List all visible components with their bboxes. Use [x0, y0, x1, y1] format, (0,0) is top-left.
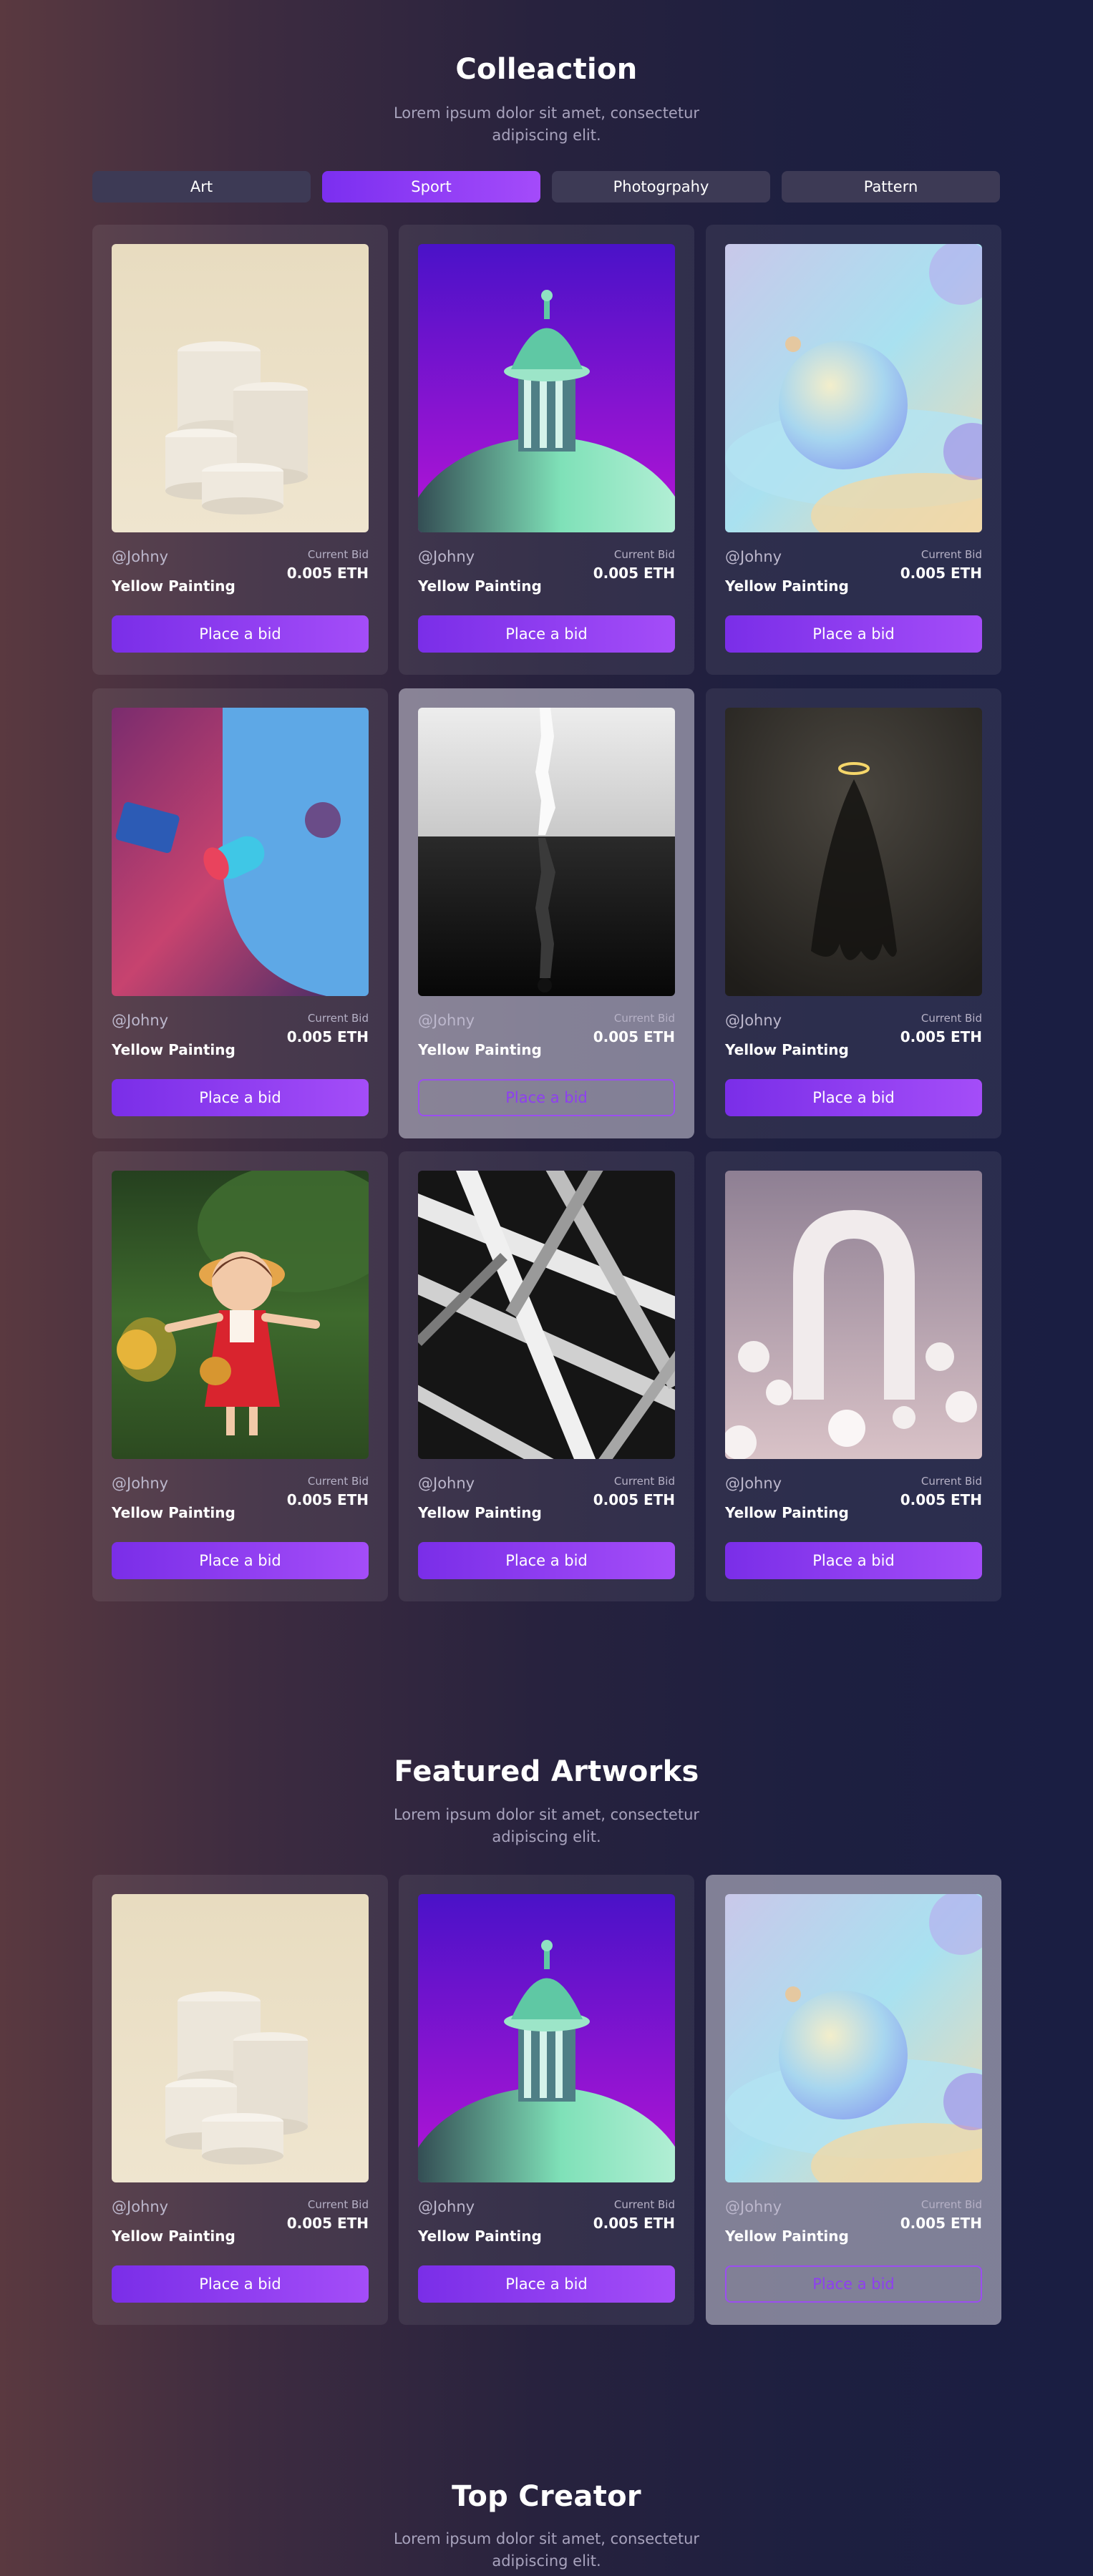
tab-photography[interactable]: Photogrpahy [552, 171, 770, 203]
current-bid-value: 0.005 ETH [593, 1028, 675, 1045]
nft-card[interactable]: @Johny Yellow Painting Current Bid 0.005 ET… [92, 1875, 388, 2325]
place-bid-button[interactable]: Place a bid [725, 1542, 982, 1579]
current-bid-label: Current Bid [920, 2198, 982, 2211]
artwork-title: Yellow Painting [725, 1504, 849, 1521]
creator-handle[interactable]: @Johny [418, 1012, 475, 1029]
category-tabs: Art Sport Photogrpahy Pattern [92, 171, 1001, 203]
top-creator-title: Top Creator [452, 2480, 641, 2513]
creator-handle[interactable]: @Johny [725, 2198, 782, 2215]
tab-art[interactable]: Art [92, 171, 311, 203]
nft-card[interactable]: @Johny Yellow Painting Current Bid 0.005 ET… [706, 225, 1001, 675]
white-cylinders-image [112, 244, 369, 532]
place-bid-button[interactable]: Place a bid [725, 615, 982, 653]
nft-card[interactable]: @Johny Yellow Painting Current Bid 0.005 ET… [399, 1875, 694, 2325]
statue-reflection-image [418, 708, 675, 996]
creator-handle[interactable]: @Johny [418, 548, 475, 565]
featured-subtitle: Lorem ipsum dolor sit amet, consectetur … [393, 1806, 700, 1845]
white-cylinders-image [112, 1894, 369, 2182]
artwork-title: Yellow Painting [725, 1041, 849, 1058]
nft-card[interactable]: @Johny Yellow Painting Current Bid 0.005 ET… [399, 1151, 694, 1601]
artwork-title: Yellow Painting [725, 2228, 849, 2245]
top-creator-subtitle: Lorem ipsum dolor sit amet, consectetur … [393, 2530, 700, 2570]
current-bid-value: 0.005 ETH [900, 565, 982, 582]
current-bid-value: 0.005 ETH [900, 1028, 982, 1045]
purple-dome-image [418, 1894, 675, 2182]
creator-handle[interactable]: @Johny [112, 2198, 168, 2215]
creator-handle[interactable]: @Johny [725, 548, 782, 565]
place-bid-button[interactable]: Place a bid [418, 615, 675, 653]
current-bid-value: 0.005 ETH [286, 1491, 369, 1508]
nft-card[interactable]: @Johny Yellow Painting Current Bid 0.005 ET… [92, 688, 388, 1138]
nft-card[interactable]: @Johny Yellow Painting Current Bid 0.005 ET… [706, 1875, 1001, 2325]
current-bid-label: Current Bid [920, 548, 982, 561]
collection-subtitle: Lorem ipsum dolor sit amet, consectetur … [393, 104, 700, 144]
nft-card[interactable]: @Johny Yellow Painting Current Bid 0.005 ET… [399, 688, 694, 1138]
artwork-title: Yellow Painting [418, 577, 542, 595]
place-bid-button[interactable]: Place a bid [418, 2265, 675, 2303]
artwork-title: Yellow Painting [418, 1504, 542, 1521]
current-bid-label: Current Bid [307, 548, 369, 561]
nft-card[interactable]: @Johny Yellow Painting Current Bid 0.005 ET… [92, 1151, 388, 1601]
tab-sport[interactable]: Sport [322, 171, 540, 203]
creator-handle[interactable]: @Johny [418, 2198, 475, 2215]
place-bid-button[interactable]: Place a bid [112, 2265, 369, 2303]
creator-handle[interactable]: @Johny [418, 1475, 475, 1492]
artwork-title: Yellow Painting [418, 1041, 542, 1058]
current-bid-value: 0.005 ETH [286, 565, 369, 582]
current-bid-value: 0.005 ETH [286, 2215, 369, 2232]
ghost-halo-image [725, 708, 982, 996]
arch-spheres-image [725, 1171, 982, 1459]
current-bid-label: Current Bid [920, 1475, 982, 1488]
artwork-title: Yellow Painting [725, 577, 849, 595]
artwork-title: Yellow Painting [418, 2228, 542, 2245]
current-bid-label: Current Bid [307, 1012, 369, 1025]
current-bid-label: Current Bid [613, 1475, 675, 1488]
current-bid-value: 0.005 ETH [900, 1491, 982, 1508]
nft-card[interactable]: @Johny Yellow Painting Current Bid 0.005 ET… [399, 225, 694, 675]
place-bid-button[interactable]: Place a bid [112, 1542, 369, 1579]
pastel-sphere-image [725, 1894, 982, 2182]
artwork-title: Yellow Painting [112, 577, 235, 595]
place-bid-button[interactable]: Place a bid [112, 1079, 369, 1116]
creator-handle[interactable]: @Johny [112, 548, 168, 565]
current-bid-value: 0.005 ETH [593, 565, 675, 582]
doll-figure-image [112, 1171, 369, 1459]
collection-title: Colleaction [455, 53, 638, 86]
bw-architecture-image [418, 1171, 675, 1459]
current-bid-label: Current Bid [307, 1475, 369, 1488]
nft-card[interactable]: @Johny Yellow Painting Current Bid 0.005 ET… [706, 1151, 1001, 1601]
place-bid-button[interactable]: Place a bid [725, 2265, 982, 2303]
current-bid-value: 0.005 ETH [593, 2215, 675, 2232]
artwork-title: Yellow Painting [112, 1504, 235, 1521]
tab-pattern[interactable]: Pattern [782, 171, 1000, 203]
current-bid-value: 0.005 ETH [286, 1028, 369, 1045]
place-bid-button[interactable]: Place a bid [112, 615, 369, 653]
current-bid-label: Current Bid [613, 2198, 675, 2211]
place-bid-button[interactable]: Place a bid [418, 1079, 675, 1116]
featured-title: Featured Artworks [394, 1755, 699, 1788]
current-bid-label: Current Bid [307, 2198, 369, 2211]
creator-handle[interactable]: @Johny [112, 1012, 168, 1029]
place-bid-button[interactable]: Place a bid [725, 1079, 982, 1116]
current-bid-value: 0.005 ETH [593, 1491, 675, 1508]
purple-dome-image [418, 244, 675, 532]
place-bid-button[interactable]: Place a bid [418, 1542, 675, 1579]
current-bid-label: Current Bid [613, 548, 675, 561]
nft-card[interactable]: @Johny Yellow Painting Current Bid 0.005 ET… [706, 688, 1001, 1138]
abstract-shapes-image [112, 708, 369, 996]
artwork-title: Yellow Painting [112, 1041, 235, 1058]
artwork-title: Yellow Painting [112, 2228, 235, 2245]
creator-handle[interactable]: @Johny [725, 1475, 782, 1492]
current-bid-value: 0.005 ETH [900, 2215, 982, 2232]
current-bid-label: Current Bid [920, 1012, 982, 1025]
current-bid-label: Current Bid [613, 1012, 675, 1025]
creator-handle[interactable]: @Johny [112, 1475, 168, 1492]
nft-card[interactable]: @Johny Yellow Painting Current Bid 0.005 ET… [92, 225, 388, 675]
pastel-sphere-image [725, 244, 982, 532]
creator-handle[interactable]: @Johny [725, 1012, 782, 1029]
